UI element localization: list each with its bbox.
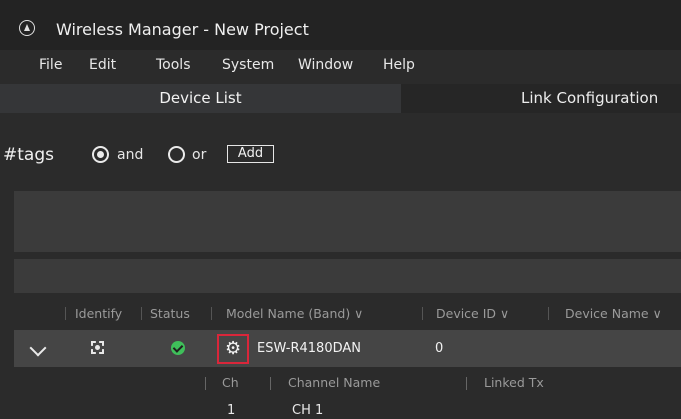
channel-row[interactable] <box>14 400 681 419</box>
column-separator <box>211 307 212 320</box>
device-model-name: ESW-R4180DAN <box>257 341 361 356</box>
column-separator <box>548 307 549 320</box>
column-separator <box>466 377 467 390</box>
radio-and[interactable] <box>92 146 109 163</box>
device-id: 0 <box>435 341 444 356</box>
column-header-model-name[interactable]: Model Name (Band) ∨ <box>226 306 363 321</box>
menu-tools[interactable]: Tools <box>156 57 191 73</box>
add-tag-button[interactable]: Add <box>227 145 274 163</box>
tab-link-configuration[interactable]: Link Configuration <box>401 84 681 113</box>
menu-window[interactable]: Window <box>298 57 353 73</box>
radio-or[interactable] <box>168 146 185 163</box>
device-list-toolbar <box>14 259 681 293</box>
tags-label: #tags <box>3 145 54 165</box>
radio-or-label[interactable]: or <box>192 147 206 163</box>
column-separator <box>141 307 142 320</box>
tab-link-configuration-label: Link Configuration <box>521 89 659 107</box>
column-header-identify[interactable]: Identify <box>75 306 122 321</box>
channel-number: 1 <box>227 403 236 418</box>
column-header-ch[interactable]: Ch <box>222 375 239 390</box>
app-logo-icon <box>19 20 35 36</box>
column-header-device-name[interactable]: Device Name ∨ <box>565 306 662 321</box>
tab-device-list[interactable]: Device List <box>0 84 401 113</box>
menu-file[interactable]: File <box>39 57 62 73</box>
menu-help[interactable]: Help <box>383 57 415 73</box>
column-separator <box>65 307 66 320</box>
channel-name: CH 1 <box>292 403 324 418</box>
column-separator <box>270 377 271 390</box>
radio-selected-dot <box>97 151 104 158</box>
column-separator <box>422 307 423 320</box>
status-ok-icon <box>171 341 185 355</box>
column-header-device-id[interactable]: Device ID ∨ <box>436 306 509 321</box>
identify-icon[interactable] <box>91 341 104 354</box>
column-separator <box>205 377 206 390</box>
window-title: Wireless Manager - New Project <box>56 20 309 39</box>
column-header-channel-name[interactable]: Channel Name <box>288 375 380 390</box>
menu-edit[interactable]: Edit <box>89 57 116 73</box>
radio-and-label[interactable]: and <box>117 147 143 163</box>
column-header-status[interactable]: Status <box>150 306 190 321</box>
tag-filter-area[interactable] <box>14 191 681 252</box>
tab-device-list-label: Device List <box>159 89 242 107</box>
device-settings-button[interactable]: ⚙ <box>217 334 249 364</box>
menu-system[interactable]: System <box>222 57 274 73</box>
column-header-linked-tx[interactable]: Linked Tx <box>484 375 544 390</box>
gear-icon: ⚙ <box>225 338 242 359</box>
